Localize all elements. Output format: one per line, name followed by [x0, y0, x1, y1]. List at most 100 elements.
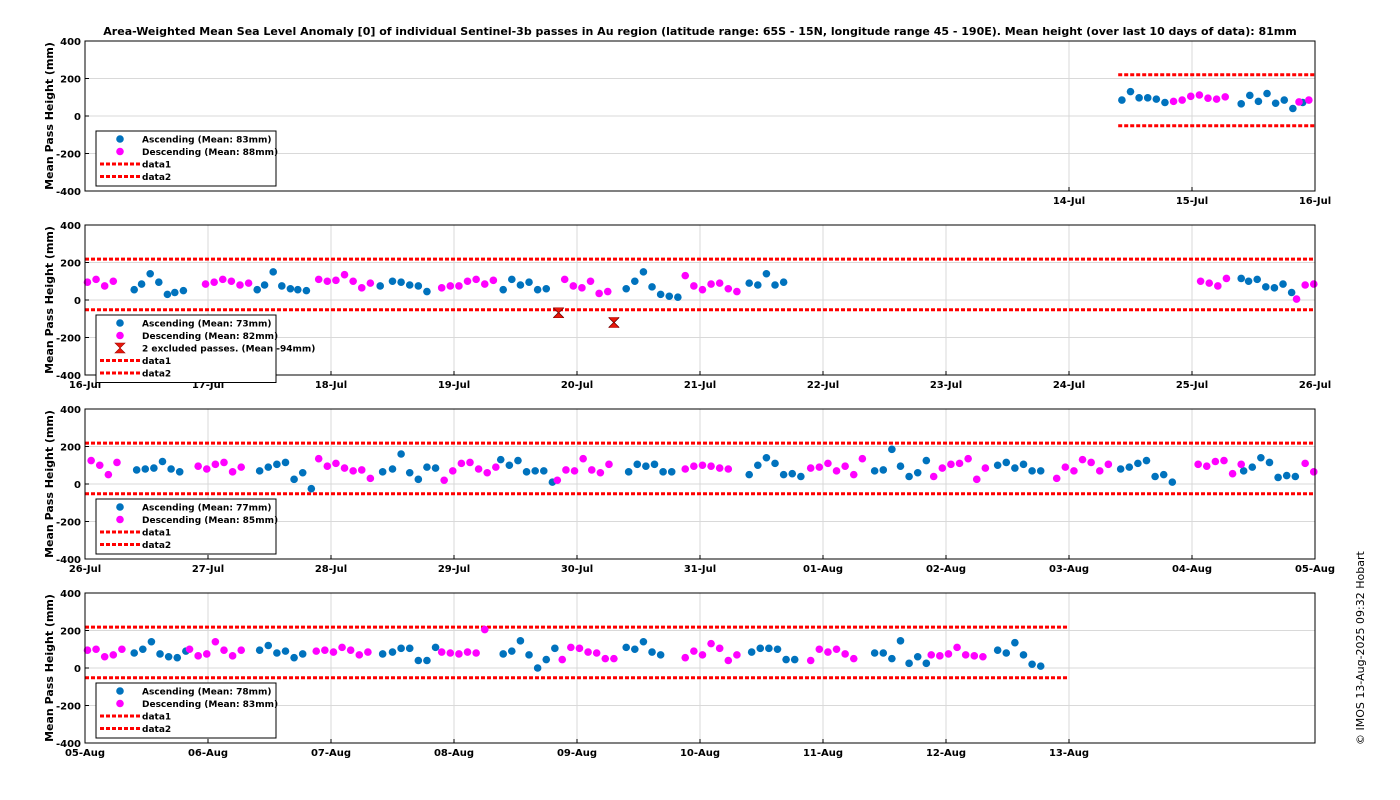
ascending-legend-marker	[116, 135, 124, 143]
chart-panel-3: -400-200020040026-Jul 27-Jul 28-Jul 29-Jul 3…	[43, 405, 1335, 575]
chart-panel-4: -400-200020040005-Aug 06-Aug 07-Aug 08-Aug 0…	[43, 589, 1316, 759]
descending-point	[681, 465, 690, 473]
ascending-point	[1011, 638, 1019, 647]
ascending-point	[1262, 283, 1270, 291]
ascending-point	[522, 468, 531, 476]
descending-point	[1186, 92, 1195, 101]
chart-panel-1: -400 -200 0 200 400 14-Jul 15-Jul 16-Jul Mean Pa…	[43, 37, 1331, 207]
descending-point	[457, 459, 466, 468]
descending-point	[567, 643, 575, 652]
descending-point	[340, 270, 349, 279]
ascending-point	[1270, 284, 1279, 292]
ascending-point	[1280, 96, 1289, 104]
ascending-point	[1237, 274, 1245, 283]
legend-label: data1	[142, 161, 171, 171]
descending-point	[463, 648, 472, 656]
descending-point	[936, 652, 944, 660]
descending-point	[366, 279, 375, 287]
chart-figure: Area-Weighted Mean Sea Level Anomaly [0]…	[43, 25, 1335, 759]
descending-point	[455, 282, 463, 290]
x-tick-label: 16-Jul	[1299, 196, 1331, 207]
ascending-point	[993, 461, 1002, 470]
descending-point	[220, 646, 228, 654]
y-axis-label: Mean Pass Height (mm)	[43, 410, 56, 558]
ascending-point	[147, 637, 156, 646]
descending-point	[698, 461, 707, 470]
ascending-point	[888, 654, 896, 663]
ascending-point	[516, 281, 525, 289]
ascending-point	[388, 648, 397, 656]
y-tick-label: 0	[74, 480, 81, 491]
y-axis-label: Mean Pass Height (mm)	[43, 226, 56, 374]
x-tick-label: 31-Jul	[684, 564, 716, 575]
x-tick-label: 01-Aug	[803, 564, 843, 575]
ascending-point	[648, 283, 656, 291]
ascending-point	[639, 637, 648, 646]
descending-point	[1087, 458, 1095, 467]
descending-point	[185, 645, 194, 654]
ascending-point	[155, 278, 163, 286]
descending-point	[953, 643, 961, 652]
y-tick-label: 200	[60, 75, 81, 86]
descending-point	[366, 474, 375, 483]
descending-point	[569, 282, 578, 290]
descending-point	[218, 275, 227, 284]
ascending-legend-marker	[116, 319, 124, 327]
ascending-point	[273, 649, 281, 657]
ascending-point	[505, 461, 514, 470]
descending-point	[211, 460, 220, 469]
descending-point	[194, 462, 202, 470]
ascending-point	[1116, 465, 1125, 473]
ascending-point	[659, 468, 667, 476]
descending-point	[489, 276, 498, 285]
descending-point	[364, 648, 372, 656]
descending-point	[466, 458, 474, 467]
chart-panel-2: -400-200020040016-Jul 17-Jul 18-Jul 19-Jul 2…	[43, 221, 1331, 391]
ascending-point	[1019, 460, 1028, 469]
ascending-point	[141, 465, 150, 473]
y-tick-label: 0	[74, 112, 81, 123]
ascending-point	[1036, 467, 1045, 475]
descending-point	[947, 460, 955, 469]
ascending-point	[531, 467, 539, 475]
ascending-point	[1274, 473, 1282, 482]
ascending-point	[130, 649, 138, 657]
descending-point	[244, 279, 253, 287]
descending-point	[323, 277, 332, 286]
ascending-point	[525, 651, 533, 659]
descending-point	[210, 278, 218, 286]
descending-point	[601, 654, 610, 663]
ascending-point	[631, 645, 639, 654]
descending-point	[610, 654, 618, 663]
ascending-point	[1011, 464, 1019, 472]
descending-point	[228, 468, 237, 476]
ascending-point	[1253, 275, 1261, 284]
legend-label: data1	[142, 713, 171, 723]
legend-label: Descending (Mean: 88mm)	[142, 148, 278, 158]
ascending-point	[1263, 89, 1271, 98]
ascending-point	[762, 269, 771, 278]
descending-point	[1061, 463, 1070, 471]
descending-point	[724, 465, 733, 473]
ascending-point	[260, 281, 269, 289]
ascending-point	[163, 290, 172, 299]
ascending-point	[1161, 98, 1169, 107]
descending-legend-marker	[116, 147, 124, 156]
ascending-point	[765, 644, 773, 653]
descending-point	[321, 646, 329, 654]
ascending-point	[870, 467, 879, 475]
ascending-point	[779, 470, 788, 479]
descending-point	[448, 467, 457, 475]
descending-point	[440, 476, 448, 485]
y-axis-label: Mean Pass Height (mm)	[43, 42, 56, 190]
ascending-point	[1002, 458, 1011, 467]
descending-point	[1214, 282, 1222, 290]
descending-point	[715, 279, 724, 287]
descending-point	[1237, 460, 1245, 469]
ascending-point	[405, 468, 414, 477]
x-tick-label: 30-Jul	[561, 564, 593, 575]
ascending-point	[747, 648, 756, 656]
descending-point	[841, 650, 849, 658]
ascending-point	[1152, 95, 1161, 103]
descending-point	[970, 652, 979, 660]
